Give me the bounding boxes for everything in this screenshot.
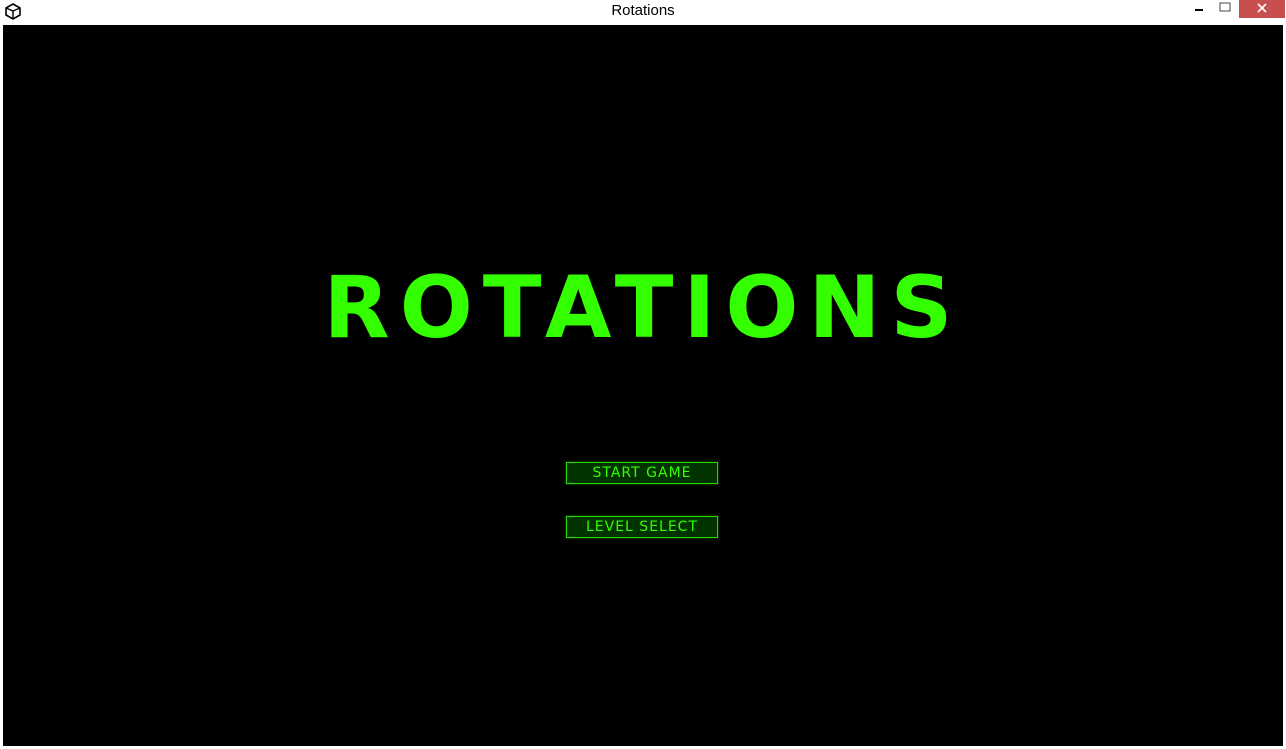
title-bar[interactable]: Rotations <box>0 0 1286 25</box>
minimize-icon[interactable] <box>1190 0 1208 18</box>
game-title: ROTATIONS <box>323 258 963 358</box>
start-game-button[interactable]: START GAME <box>566 462 718 484</box>
close-button[interactable] <box>1239 0 1285 18</box>
window-title: Rotations <box>611 2 675 19</box>
app-window: Rotations ROTATIONS START GAME LEVEL SEL… <box>0 0 1286 749</box>
close-icon <box>1257 3 1267 13</box>
level-select-button[interactable]: LEVEL SELECT <box>566 516 718 538</box>
game-viewport: ROTATIONS START GAME LEVEL SELECT <box>3 25 1283 746</box>
maximize-icon[interactable] <box>1216 0 1234 18</box>
